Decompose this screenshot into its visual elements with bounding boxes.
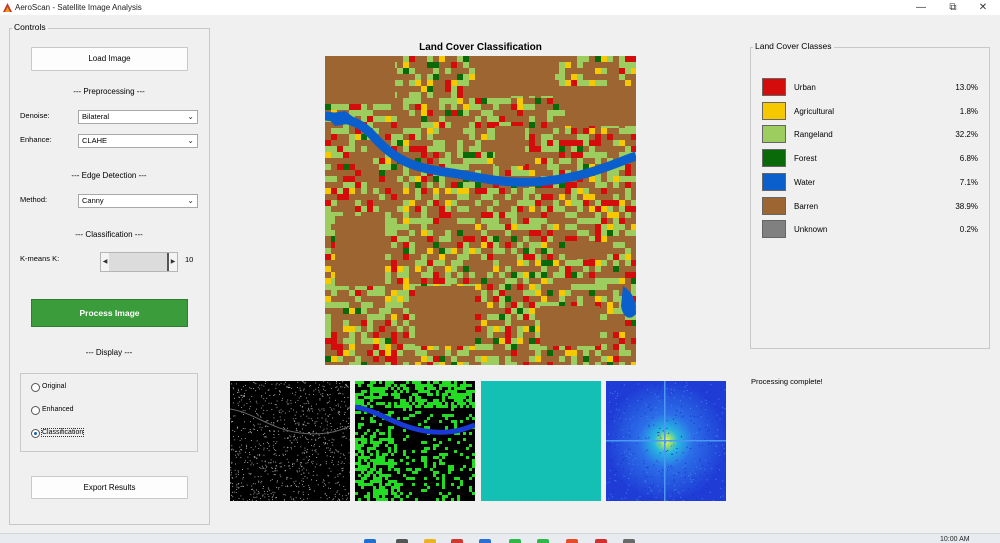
legend-row-rangeland: Rangeland 32.2% [762, 125, 978, 145]
legend-row-urban: Urban 13.0% [762, 78, 978, 98]
legend-swatch [762, 172, 786, 191]
legend-class-percent: 38.9% [955, 201, 978, 211]
radio-button[interactable] [31, 383, 40, 392]
radio-label: Enhanced [42, 406, 74, 413]
legend-class-name: Forest [794, 154, 817, 164]
slider-left-arrow-icon[interactable]: ◀ [101, 253, 109, 271]
app-window: Controls Load Image --- Preprocessing --… [0, 15, 1000, 533]
legend-class-name: Water [794, 177, 816, 187]
matlab-icon[interactable] [623, 539, 635, 543]
legend-row-agricultural: Agricultural 1.8% [762, 101, 978, 122]
kmeans-value: 10 [185, 255, 194, 264]
cluster-map-thumbnail [481, 381, 601, 501]
legend-swatch [762, 220, 786, 239]
clock: 10:00 AM [940, 536, 970, 543]
edge-map-thumbnail [230, 381, 350, 501]
frequency-spectrum-thumbnail [606, 381, 726, 501]
legend-class-percent: 7.1% [959, 177, 978, 187]
window-title: AeroScan - Satellite Image Analysis [15, 3, 142, 12]
legend-swatch [762, 101, 786, 120]
search-icon[interactable] [396, 539, 408, 543]
close-button[interactable]: ✕ [968, 1, 998, 14]
process-image-button[interactable]: Process Image [31, 299, 188, 327]
chevron-down-icon: ⌄ [187, 136, 194, 145]
radio-button[interactable] [31, 406, 40, 415]
legend-swatch [762, 125, 786, 144]
chevron-down-icon: ⌄ [187, 196, 194, 205]
controls-title: Controls [12, 22, 48, 32]
legend-class-name: Agricultural [794, 106, 835, 116]
preprocessing-label: --- Preprocessing --- [73, 87, 145, 96]
legend-class-percent: 13.0% [955, 83, 978, 92]
minimize-button[interactable]: — [906, 1, 936, 14]
legend-class-percent: 6.8% [959, 154, 978, 164]
legend-swatch [762, 78, 786, 96]
legend-class-percent: 1.8% [959, 106, 978, 116]
land-cover-map [325, 56, 636, 365]
messenger-icon[interactable] [537, 539, 549, 543]
vegetation-water-mask-thumbnail [355, 381, 475, 501]
chevron-down-icon: ⌄ [187, 112, 194, 121]
enhance-select[interactable]: CLAHE ⌄ [78, 134, 198, 148]
denoise-value: Bilateral [82, 112, 110, 121]
media-icon[interactable] [595, 539, 607, 543]
legend-class-percent: 0.2% [959, 225, 978, 235]
slider-track[interactable] [109, 253, 169, 271]
maximize-button[interactable]: ⧉ [938, 1, 968, 14]
legend-title: Land Cover Classes [753, 41, 834, 51]
enhance-label: Enhance: [20, 135, 52, 144]
method-select[interactable]: Canny ⌄ [78, 194, 198, 208]
denoise-select[interactable]: Bilateral ⌄ [78, 110, 198, 124]
start-icon[interactable] [364, 539, 376, 543]
method-label: Method: [20, 195, 48, 204]
kmeans-slider[interactable]: ◀ ▶ [100, 252, 178, 272]
status-text: Processing complete! [751, 377, 823, 386]
radio-label: Classification [40, 428, 85, 437]
map-title: Land Cover Classification [419, 42, 542, 53]
radio-button-selected[interactable] [31, 429, 40, 438]
thumb-fill [481, 381, 601, 501]
folder-icon[interactable] [424, 539, 436, 543]
radio-original[interactable]: Original [31, 382, 181, 394]
legend-swatch [762, 149, 786, 168]
legend-row-barren: Barren 38.9% [762, 196, 978, 217]
display-label: --- Display --- [85, 348, 133, 357]
legend-row-unknown: Unknown 0.2% [762, 220, 978, 240]
classification-label: --- Classification --- [75, 230, 143, 239]
legend-class-name: Rangeland [794, 130, 833, 140]
edge-detection-label: --- Edge Detection --- [71, 171, 147, 180]
legend-class-percent: 32.2% [955, 130, 978, 140]
title-bar: AeroScan - Satellite Image Analysis — ⧉ … [0, 0, 1000, 15]
mail-icon[interactable] [566, 539, 578, 543]
load-image-button[interactable]: Load Image [31, 47, 188, 71]
kmeans-label: K-means K: [20, 254, 60, 263]
legend-class-name: Unknown [794, 225, 828, 235]
denoise-label: Denoise: [20, 111, 50, 120]
browser-icon[interactable] [479, 539, 491, 543]
radio-label: Original [42, 383, 67, 390]
chat-icon[interactable] [509, 539, 521, 543]
radio-enhanced[interactable]: Enhanced [31, 405, 181, 417]
export-results-button[interactable]: Export Results [31, 476, 188, 499]
legend-class-name: Barren [794, 201, 819, 211]
method-value: Canny [82, 196, 104, 205]
slider-right-arrow-icon[interactable]: ▶ [169, 253, 177, 271]
app-icon[interactable] [451, 539, 463, 543]
legend-row-water: Water 7.1% [762, 172, 978, 193]
legend-swatch [762, 196, 786, 215]
taskbar: 10:00 AM [0, 533, 1000, 543]
display-radio-group: Original Enhanced Classification [20, 373, 198, 452]
legend-class-name: Urban [794, 83, 816, 92]
enhance-value: CLAHE [82, 136, 108, 145]
app-icon [3, 3, 12, 12]
legend-row-forest: Forest 6.8% [762, 149, 978, 169]
radio-classification[interactable]: Classification [31, 428, 181, 440]
